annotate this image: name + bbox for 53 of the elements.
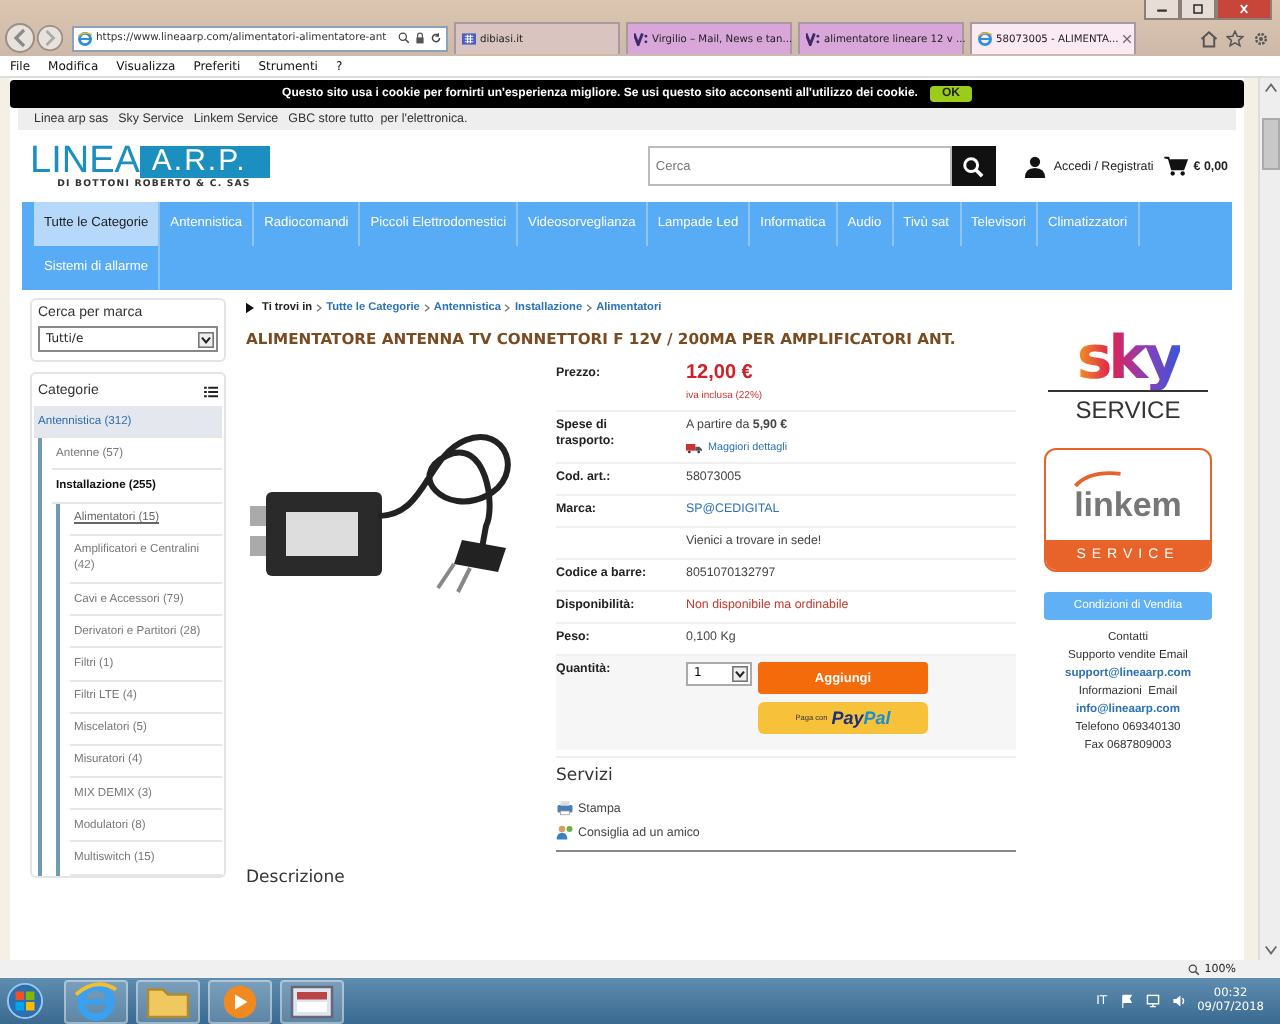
user-icon	[1023, 155, 1046, 177]
close-icon[interactable]	[1122, 34, 1133, 44]
scroll-down-icon[interactable]	[1263, 944, 1277, 956]
cart-icon[interactable]	[1163, 156, 1188, 176]
maximize-icon	[1190, 4, 1206, 14]
refresh-icon[interactable]	[430, 32, 442, 44]
flag-icon[interactable]	[1119, 994, 1134, 1008]
chevron-icon	[504, 304, 511, 312]
printer-icon	[556, 800, 574, 816]
minimize-icon	[1154, 4, 1170, 14]
star-icon[interactable]	[1226, 29, 1244, 47]
browser-icon	[78, 31, 92, 45]
scroll-thumb[interactable]	[1261, 118, 1279, 170]
chevron-icon	[316, 304, 323, 312]
scrollbar[interactable]	[1258, 78, 1280, 960]
lock-icon[interactable]	[414, 32, 426, 44]
truck-icon	[686, 442, 702, 454]
search-icon[interactable]	[398, 32, 410, 44]
forward-button[interactable]	[36, 24, 64, 52]
caret-icon	[732, 666, 748, 682]
browser-icon	[978, 32, 992, 46]
logo-banner: A.R.P.	[139, 145, 271, 177]
section-title: Servizi	[556, 766, 615, 786]
start-button[interactable]	[6, 982, 44, 1020]
price-text: 12,00 €	[686, 366, 755, 382]
close-button[interactable]	[1216, 0, 1272, 20]
search-button[interactable]	[951, 146, 996, 186]
chevron-icon	[423, 304, 430, 312]
minimize-button[interactable]	[1144, 0, 1180, 20]
zoom-icon	[1188, 963, 1201, 975]
section-title: Descrizione	[246, 868, 347, 888]
back-button[interactable]	[4, 22, 36, 54]
list-icon[interactable]	[204, 385, 218, 397]
search-icon	[962, 155, 985, 177]
person-icon	[556, 824, 574, 840]
sky-service-logo[interactable]: sky SERVICE	[1048, 330, 1208, 424]
volume-icon[interactable]	[1171, 994, 1186, 1008]
folder-taskbar-icon[interactable]	[136, 979, 200, 1023]
caret-icon	[198, 331, 214, 347]
settings-icon[interactable]	[1252, 29, 1270, 47]
triangle-icon	[246, 302, 254, 314]
v-logo-icon	[634, 32, 648, 46]
home-icon[interactable]	[1200, 29, 1218, 47]
v-logo-icon	[806, 32, 820, 46]
close-icon	[1236, 4, 1252, 14]
scroll-up-icon[interactable]	[1263, 82, 1277, 94]
maximize-button[interactable]	[1180, 0, 1216, 20]
window-thumbnail-taskbar-icon[interactable]	[280, 979, 344, 1023]
network-icon[interactable]	[1145, 994, 1160, 1008]
chevron-icon	[586, 304, 593, 312]
site-icon	[462, 32, 476, 46]
media-player-taskbar-icon[interactable]	[208, 979, 272, 1023]
logo-text: LINEA	[30, 143, 140, 179]
